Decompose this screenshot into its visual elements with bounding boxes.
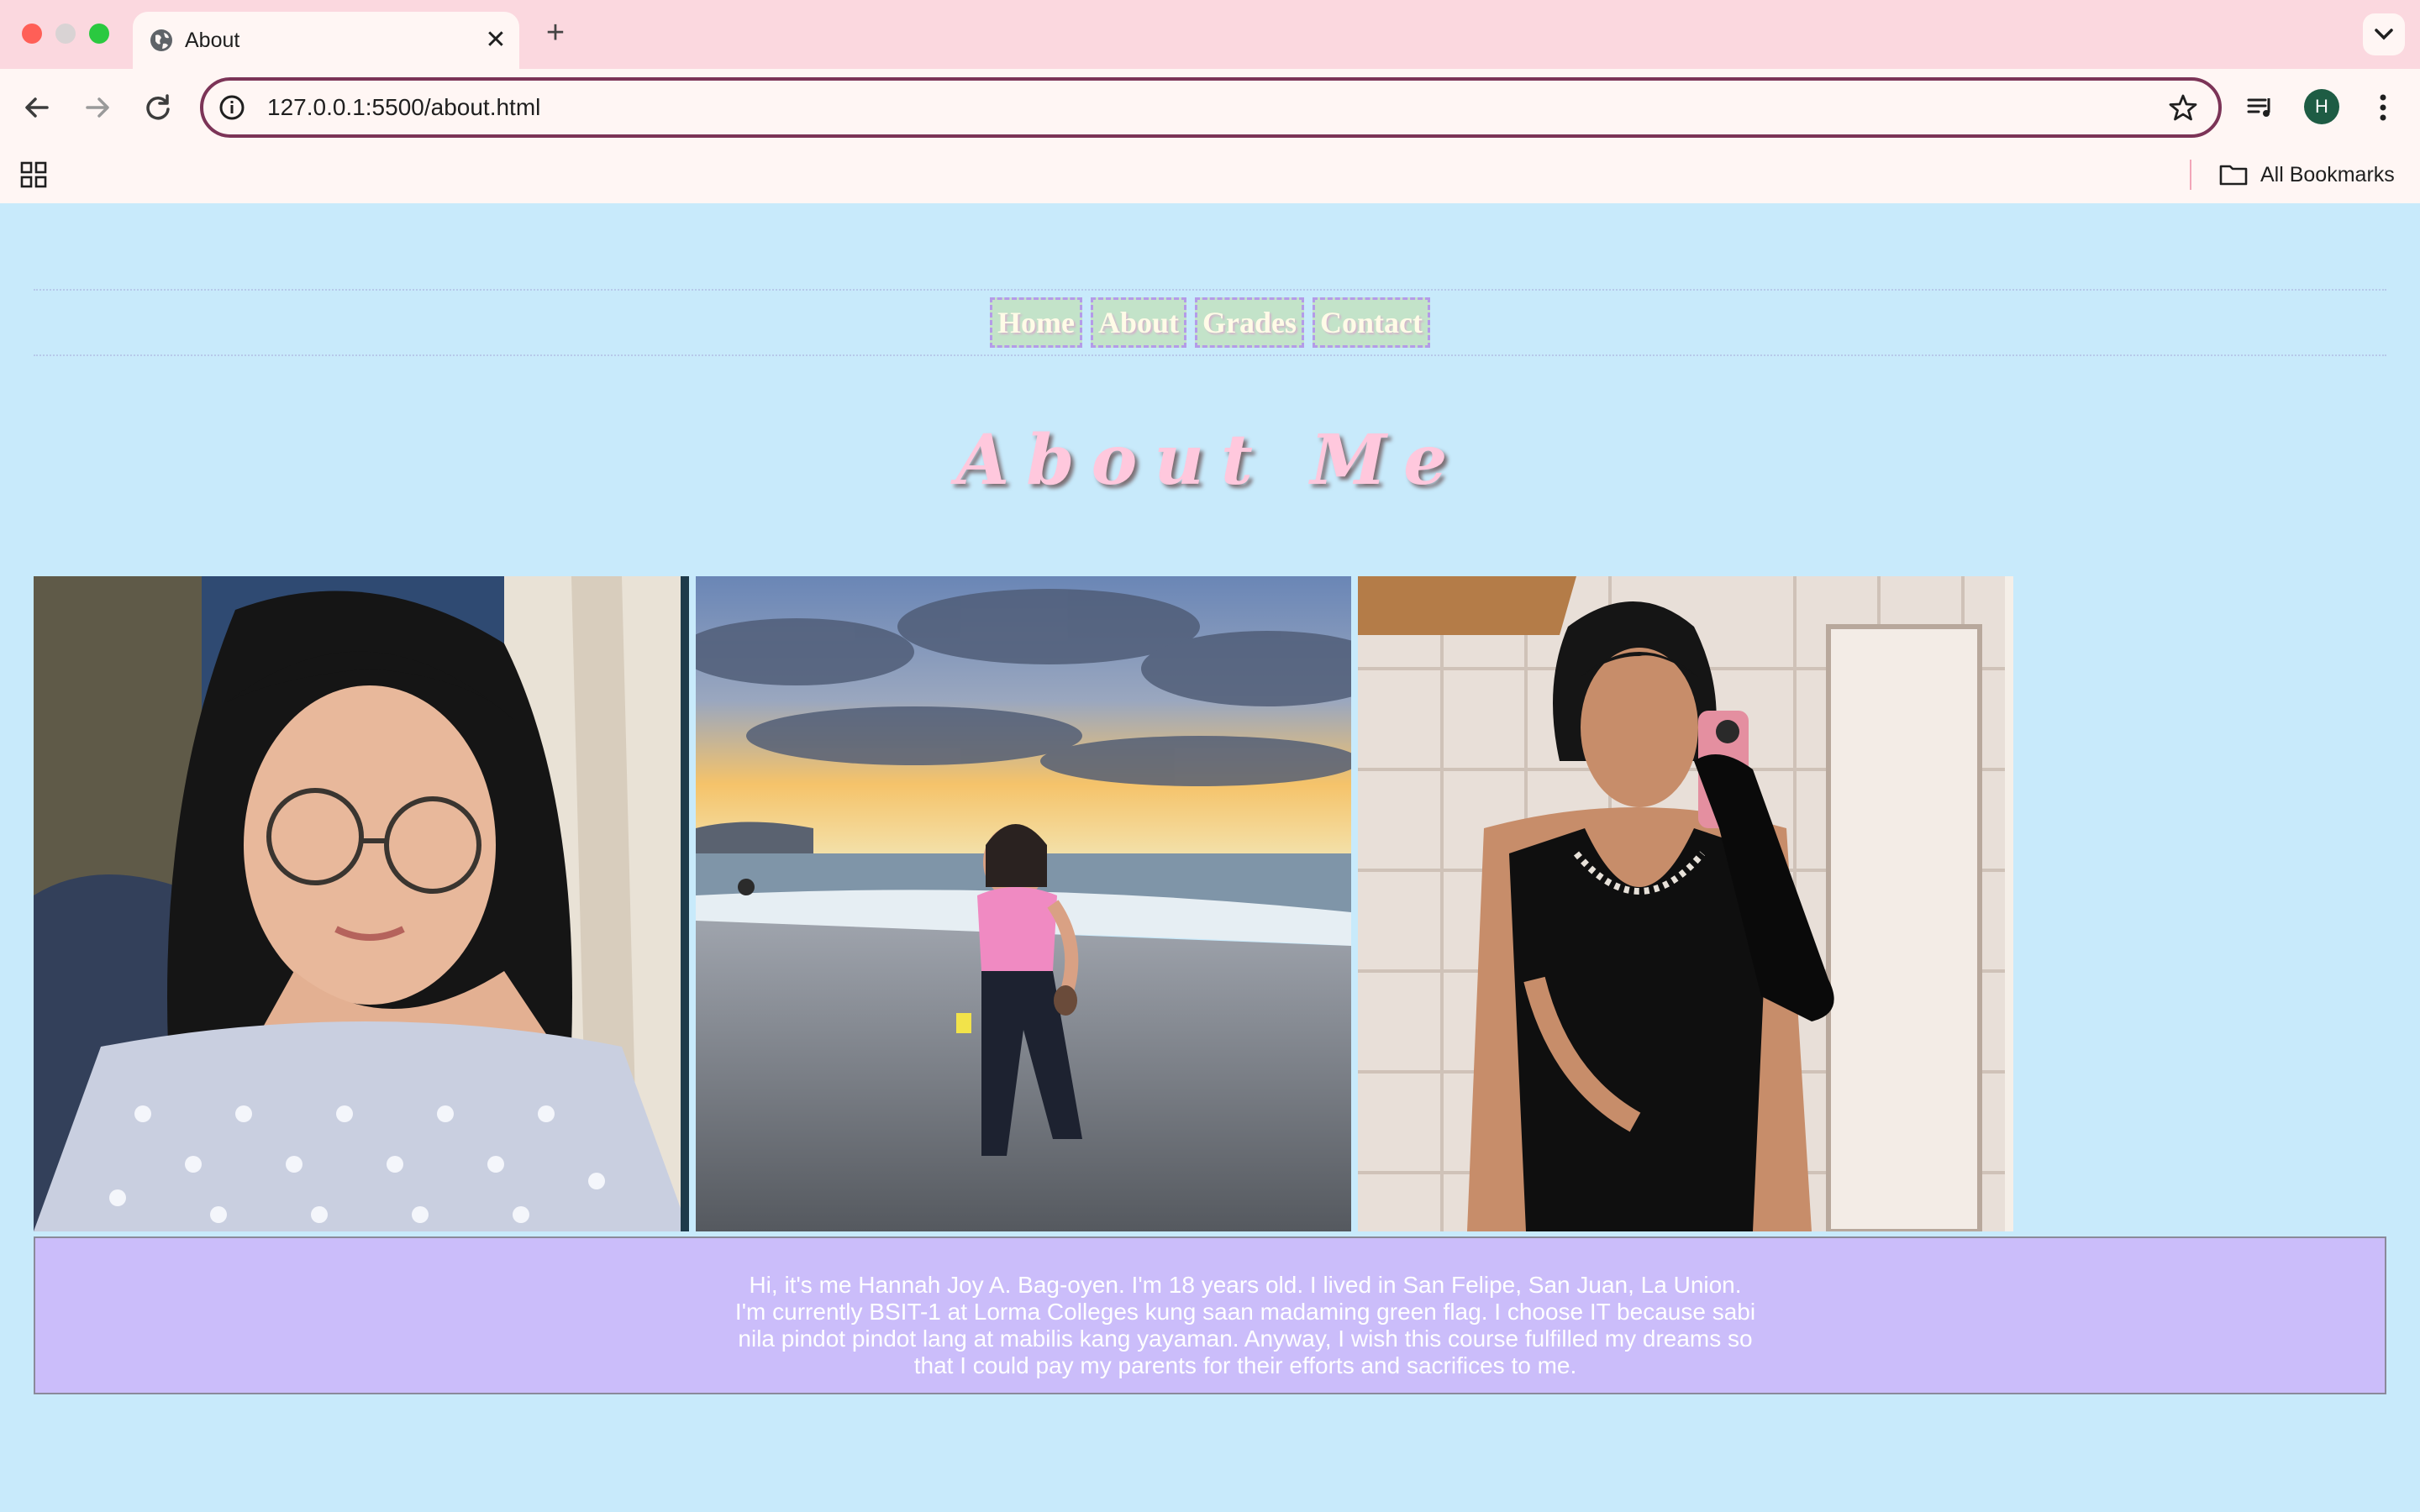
page-heading: About Me bbox=[955, 420, 1465, 501]
about-line: that I could pay my parents for their ef… bbox=[913, 1352, 1577, 1378]
reload-icon bbox=[146, 94, 170, 120]
site-info-icon[interactable] bbox=[215, 91, 249, 124]
nav-top-rule bbox=[34, 289, 2386, 291]
nav-about[interactable]: About bbox=[1090, 297, 1186, 348]
arrow-left-icon bbox=[25, 97, 49, 118]
new-tab-button[interactable]: + bbox=[538, 15, 573, 50]
star-icon[interactable] bbox=[2166, 91, 2200, 124]
photo-portrait bbox=[34, 576, 689, 1231]
folder-icon bbox=[2219, 165, 2248, 186]
close-window-button[interactable] bbox=[22, 24, 42, 44]
globe-icon bbox=[150, 29, 172, 51]
browser-toolbar: 127.0.0.1:5500/about.html H All Bookmark… bbox=[0, 69, 2420, 203]
tab-about[interactable]: About ✕ bbox=[133, 12, 519, 69]
close-tab-icon[interactable]: ✕ bbox=[481, 25, 511, 55]
tab-search-button[interactable] bbox=[2363, 13, 2405, 55]
menu-button[interactable] bbox=[2363, 87, 2403, 128]
maximize-window-button[interactable] bbox=[89, 24, 109, 44]
nav-home[interactable]: Home bbox=[990, 297, 1082, 348]
tab-title: About bbox=[185, 29, 240, 52]
url-text: 127.0.0.1:5500/about.html bbox=[267, 94, 541, 120]
about-text: Hi, it's me Hannah Joy A. Bag-oyen. I'm … bbox=[724, 1272, 1766, 1379]
about-line: nila pindot pindot lang at mabilis kang … bbox=[738, 1326, 1753, 1352]
all-bookmarks-link[interactable]: All Bookmarks bbox=[2260, 156, 2395, 193]
about-line: I'm currently BSIT-1 at Lorma Colleges k… bbox=[734, 1299, 1756, 1325]
main-nav: Home About Grades Contact bbox=[0, 297, 2420, 348]
about-line: Hi, it's me Hannah Joy A. Bag-oyen. I'm … bbox=[749, 1272, 1742, 1298]
profile-avatar[interactable]: H bbox=[2304, 89, 2339, 124]
back-button[interactable] bbox=[17, 87, 57, 128]
nav-grades[interactable]: Grades bbox=[1195, 297, 1304, 348]
page-content: Home About Grades Contact About Me Hi, i… bbox=[0, 203, 2420, 1512]
tab-bar: About ✕ + bbox=[0, 0, 2420, 69]
media-control-button[interactable] bbox=[2240, 87, 2281, 128]
more-vert-icon bbox=[2380, 94, 2386, 121]
apps-grid-icon[interactable] bbox=[18, 160, 49, 190]
about-box: Hi, it's me Hannah Joy A. Bag-oyen. I'm … bbox=[34, 1236, 2386, 1394]
media-queue-icon bbox=[2247, 98, 2270, 117]
address-bar[interactable]: 127.0.0.1:5500/about.html bbox=[200, 77, 2222, 138]
arrow-right-icon bbox=[86, 97, 109, 118]
forward-button[interactable] bbox=[77, 87, 118, 128]
nav-contact[interactable]: Contact bbox=[1313, 297, 1430, 348]
reload-button[interactable] bbox=[138, 87, 178, 128]
minimize-window-button[interactable] bbox=[55, 24, 76, 44]
photo-mirror-selfie bbox=[1358, 576, 2013, 1231]
bookmarks-divider bbox=[2190, 160, 2191, 190]
nav-bottom-rule bbox=[34, 354, 2386, 356]
photo-beach-sunset bbox=[696, 576, 1351, 1231]
chevron-down-icon bbox=[2375, 29, 2393, 40]
